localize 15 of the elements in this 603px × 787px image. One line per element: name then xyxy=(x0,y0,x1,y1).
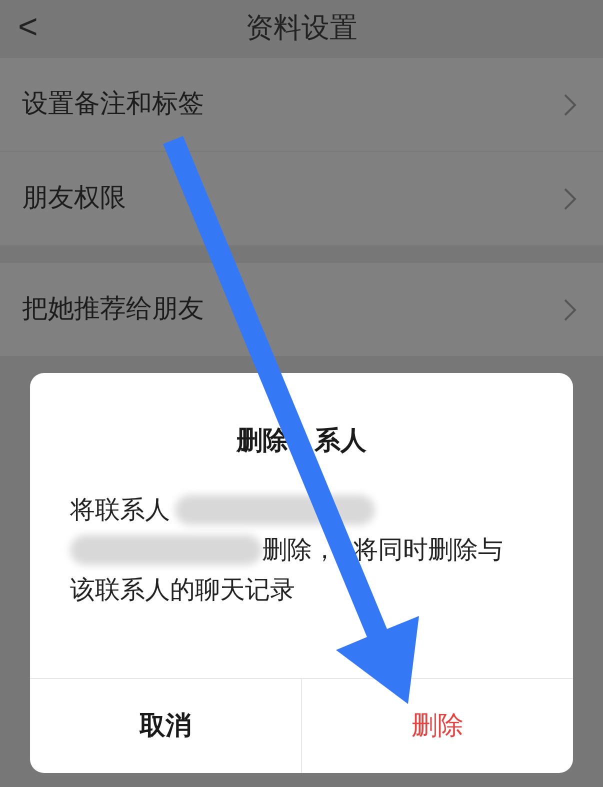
settings-label: 设置备注和标签 xyxy=(22,88,204,121)
chevron-right-icon xyxy=(563,186,577,210)
back-button[interactable]: < xyxy=(18,10,38,44)
dialog-title: 系人 xyxy=(314,428,366,454)
dialog-button[interactable]: 取消 xyxy=(30,679,301,773)
dialog-message: 该联系人的聊天记录 xyxy=(70,574,295,606)
dialog-title: 删除 xyxy=(236,428,288,454)
chevron-right-icon xyxy=(563,92,577,116)
screen-title: 资料设置 xyxy=(246,14,358,42)
settings-label: 朋友权限 xyxy=(22,182,126,215)
dialog-message: 将同时删除与 xyxy=(353,534,503,566)
chevron-right-icon xyxy=(563,298,577,322)
dialog-message: 删除， xyxy=(262,534,337,566)
dialog-message: 将联系人 xyxy=(70,494,170,526)
settings-label: 把她推荐给朋友 xyxy=(22,293,204,326)
